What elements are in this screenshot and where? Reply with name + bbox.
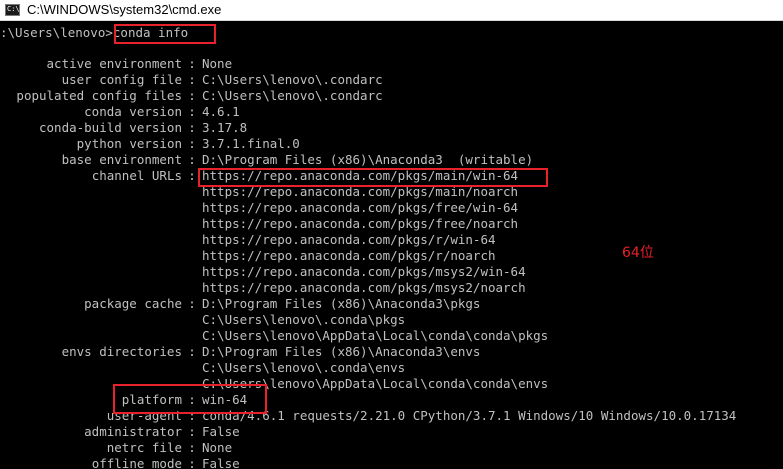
info-label: administrator	[84, 424, 182, 439]
info-label: offline mode	[91, 456, 182, 469]
info-row: user-agent: conda/4.6.1 requests/2.21.0 C…	[0, 408, 737, 424]
info-value: https://repo.anaconda.com/pkgs/r/win-64	[202, 232, 496, 247]
info-row: platform: win-64	[0, 392, 247, 408]
info-label: user config file	[61, 72, 182, 87]
info-label: platform	[121, 392, 182, 407]
info-row: administrator: False	[0, 424, 240, 440]
info-row: offline mode: False	[0, 456, 240, 469]
info-separator: :	[188, 392, 196, 407]
info-value: D:\Program Files (x86)\Anaconda3 (writab…	[202, 152, 534, 167]
console-output[interactable]: :\Users\lenovo>conda info active environ…	[0, 22, 783, 469]
info-value: D:\Program Files (x86)\Anaconda3\envs	[202, 344, 481, 359]
info-row: envs directories: D:\Program Files (x86)\…	[0, 344, 481, 360]
info-row: package cache: D:\Program Files (x86)\Ana…	[0, 296, 480, 312]
info-separator: :	[188, 408, 196, 423]
info-value: win-64	[202, 392, 248, 407]
info-row: base environment: D:\Program Files (x86)\…	[0, 152, 534, 168]
info-row: https://repo.anaconda.com/pkgs/r/win-64	[0, 232, 496, 248]
info-row: python version:3.7.1.final.0	[0, 136, 300, 152]
info-value: 3.7.1.final.0	[202, 136, 300, 151]
info-label: user-agent	[106, 408, 182, 423]
info-value: None	[202, 440, 233, 455]
info-value: False	[202, 456, 240, 469]
prompt-line: :\Users\lenovo>conda info	[0, 25, 188, 41]
info-value: 3.17.8	[202, 120, 248, 135]
info-value: https://repo.anaconda.com/pkgs/free/noar…	[202, 216, 519, 231]
info-label: package cache	[84, 296, 182, 311]
info-value: https://repo.anaconda.com/pkgs/msys2/noa…	[202, 280, 526, 295]
info-row: user config file: C:\Users\lenovo\.condar…	[0, 72, 383, 88]
info-label: base environment	[61, 152, 182, 167]
info-row: populated config files: C:\Users\lenovo\.…	[0, 88, 383, 104]
info-separator: :	[188, 456, 196, 469]
info-separator: :	[188, 296, 196, 311]
info-separator: :	[188, 104, 196, 119]
info-label: channel URLs	[91, 168, 182, 183]
info-label: netrc file	[106, 440, 182, 455]
info-value: https://repo.anaconda.com/pkgs/r/noarch	[202, 248, 496, 263]
info-label: conda version	[84, 104, 182, 119]
info-separator: :	[188, 152, 196, 167]
info-value: C:\Users\lenovo\.condarc	[202, 88, 383, 103]
info-separator: :	[188, 168, 196, 183]
info-label: populated config files	[16, 88, 182, 103]
info-row: channel URLs: https://repo.anaconda.com/p…	[0, 168, 518, 184]
window-titlebar[interactable]: C:\ C:\WINDOWS\system32\cmd.exe	[0, 0, 783, 21]
cmd-icon-glyph: C:\	[7, 5, 20, 13]
info-separator: :	[188, 440, 196, 455]
info-value: https://repo.anaconda.com/pkgs/main/win-…	[202, 168, 519, 183]
info-label: python version	[76, 136, 182, 151]
info-separator: :	[188, 56, 196, 71]
info-row: C:\Users\lenovo\.conda\pkgs	[0, 312, 405, 328]
info-value: C:\Users\lenovo\AppData\Local\conda\cond…	[202, 328, 549, 343]
info-separator: :	[188, 136, 196, 151]
info-label: conda-build version	[39, 120, 182, 135]
info-value: C:\Users\lenovo\.conda\pkgs	[202, 312, 406, 327]
info-row: active environment: None	[0, 56, 233, 72]
info-value: None	[202, 56, 233, 71]
info-value: https://repo.anaconda.com/pkgs/msys2/win…	[202, 264, 526, 279]
command-text: conda info	[112, 25, 189, 40]
info-value: conda/4.6.1 requests/2.21.0 CPython/3.7.…	[202, 408, 737, 423]
info-separator: :	[188, 120, 196, 135]
info-separator: :	[188, 424, 196, 439]
info-row: https://repo.anaconda.com/pkgs/free/noar…	[0, 216, 518, 232]
window-title: C:\WINDOWS\system32\cmd.exe	[27, 2, 222, 17]
info-value: 4.6.1	[202, 104, 240, 119]
info-row: C:\Users\lenovo\AppData\Local\conda\cond…	[0, 328, 548, 344]
info-row: https://repo.anaconda.com/pkgs/msys2/noa…	[0, 280, 526, 296]
annotation-64bit: 64位	[622, 245, 654, 261]
info-label: envs directories	[61, 344, 182, 359]
info-separator: :	[188, 72, 196, 87]
info-separator: :	[188, 88, 196, 103]
info-label: active environment	[46, 56, 182, 71]
info-row: conda version:4.6.1	[0, 104, 240, 120]
info-separator: :	[188, 344, 196, 359]
info-value: C:\Users\lenovo\.conda\envs	[202, 360, 406, 375]
info-value: C:\Users\lenovo\AppData\Local\conda\cond…	[202, 376, 549, 391]
info-row: https://repo.anaconda.com/pkgs/r/noarch	[0, 248, 496, 264]
info-row: C:\Users\lenovo\.conda\envs	[0, 360, 405, 376]
info-row: conda-build version:3.17.8	[0, 120, 247, 136]
info-row: https://repo.anaconda.com/pkgs/main/noar…	[0, 184, 518, 200]
info-row: netrc file: None	[0, 440, 232, 456]
info-value: C:\Users\lenovo\.condarc	[202, 72, 383, 87]
info-value: False	[202, 424, 240, 439]
info-value: https://repo.anaconda.com/pkgs/main/noar…	[202, 184, 519, 199]
info-row: https://repo.anaconda.com/pkgs/free/win-…	[0, 200, 518, 216]
info-value: D:\Program Files (x86)\Anaconda3\pkgs	[202, 296, 481, 311]
cmd-console-icon: C:\	[5, 4, 20, 16]
prompt-path: :\Users\lenovo>	[0, 25, 113, 40]
info-row: C:\Users\lenovo\AppData\Local\conda\cond…	[0, 376, 548, 392]
info-row: https://repo.anaconda.com/pkgs/msys2/win…	[0, 264, 526, 280]
info-value: https://repo.anaconda.com/pkgs/free/win-…	[202, 200, 519, 215]
